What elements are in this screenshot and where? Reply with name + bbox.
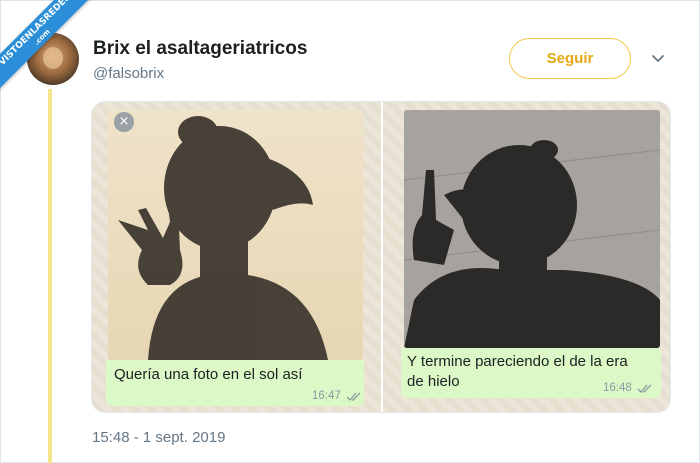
message-text-2-line-2: de hielo	[407, 373, 460, 390]
shadow-photo-1	[108, 110, 363, 360]
chevron-down-icon[interactable]	[650, 51, 666, 67]
message-time-1: 16:47	[312, 390, 341, 402]
display-name[interactable]: Brix el asaltageriatricos	[93, 38, 307, 60]
watermark-text: VISTOENLASREDES	[0, 0, 73, 68]
double-check-icon	[637, 384, 652, 393]
media-image-1[interactable]: × Quería una foto en el sol así 16:47	[92, 102, 381, 412]
double-check-icon	[346, 392, 361, 401]
thread-line	[48, 89, 52, 463]
tweet-card: VISTOENLASREDES .com Brix el asaltageria…	[0, 0, 700, 463]
media-image-2[interactable]: Y termine pareciendo el de la era de hie…	[383, 102, 670, 412]
follow-button[interactable]: Seguir	[509, 38, 631, 79]
tweet-timestamp[interactable]: 15:48 - 1 sept. 2019	[92, 429, 225, 446]
media-grid[interactable]: × Quería una foto en el sol así 16:47 Y …	[91, 101, 671, 413]
message-text-1: Quería una foto en el sol así	[114, 366, 303, 383]
message-bubble-1: Quería una foto en el sol así 16:47	[106, 360, 364, 406]
message-time-2: 16:48	[603, 382, 632, 394]
message-bubble-2: Y termine pareciendo el de la era de hie…	[401, 348, 661, 398]
message-text-2-line-1: Y termine pareciendo el de la era	[407, 353, 628, 370]
watermark-ribbon: VISTOENLASREDES .com	[0, 0, 107, 102]
shadow-photo-2	[404, 110, 660, 348]
watermark: VISTOENLASREDES .com	[0, 0, 115, 115]
close-icon[interactable]: ×	[114, 112, 134, 132]
